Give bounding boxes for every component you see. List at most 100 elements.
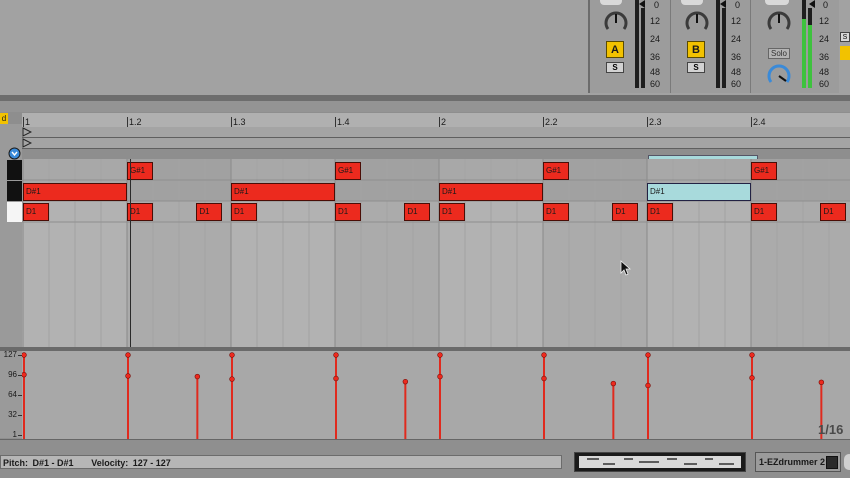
solo-button-3[interactable]: Solo [768, 48, 790, 59]
velocity-label: Velocity: [91, 458, 129, 468]
send-knob-icon[interactable] [767, 64, 791, 88]
mixer-channel-1-top [600, 0, 622, 5]
loop-brace-strip[interactable] [22, 127, 850, 138]
clip-indicator[interactable]: d [0, 113, 8, 124]
midi-note[interactable]: D1 [231, 203, 257, 221]
loop-start-marker-icon[interactable] [22, 127, 32, 137]
ruler-tick [751, 117, 752, 127]
meter-scale-label: 24 [650, 34, 661, 44]
meter-scale-label: 12 [650, 16, 661, 26]
meter-scale-label: 48 [819, 67, 830, 77]
piano-key-white[interactable] [7, 202, 22, 222]
midi-note[interactable]: D1 [751, 203, 777, 221]
meter-scale-label: 60 [819, 79, 830, 89]
status-field: Pitch: D#1 - D#1 Velocity: 127 - 127 [0, 455, 562, 469]
pan-knob-icon[interactable] [767, 11, 791, 35]
velocity-scale-label: 96 [8, 369, 17, 379]
ruler-tick [543, 117, 544, 127]
midi-note[interactable]: D#1 [439, 183, 543, 201]
midi-note[interactable]: D1 [335, 203, 361, 221]
grid-resolution-label: 1/16 [818, 422, 844, 437]
side-indicator [840, 46, 850, 60]
piano-key-black[interactable] [7, 181, 22, 201]
mixer-channel-2: B S 0 12 24 36 48 60 [670, 0, 751, 93]
velocity-handle [645, 382, 651, 389]
midi-note[interactable]: D#1 [23, 183, 127, 201]
volume-triangle-icon[interactable] [809, 0, 815, 8]
velocity-scale-label: 1 [12, 430, 17, 439]
crossfade-b-button[interactable]: B [687, 41, 705, 58]
clip-overview[interactable] [574, 452, 746, 472]
ruler-label: 2.2 [545, 117, 558, 127]
meter-scale-label: 36 [731, 52, 742, 62]
velocity-handle [125, 373, 131, 379]
solo-button-1[interactable]: S [606, 62, 624, 73]
playhead [130, 159, 131, 349]
velocity-handle [22, 352, 27, 358]
midi-note[interactable]: D1 [23, 203, 49, 221]
mixer-channel-3: Solo 0 12 24 36 48 60 [750, 0, 839, 93]
level-meter-3b-fill [808, 25, 812, 88]
solo-button-2[interactable]: S [687, 62, 705, 73]
midi-note[interactable]: G#1 [751, 162, 777, 180]
midi-note[interactable]: D1 [196, 203, 223, 221]
midi-note[interactable]: G#1 [335, 162, 361, 180]
track-toggle-icon[interactable] [826, 456, 838, 469]
midi-note[interactable]: D1 [439, 203, 465, 221]
midi-note[interactable]: D1 [543, 203, 569, 221]
pan-knob-icon[interactable] [685, 11, 709, 35]
start-marker-icon[interactable] [22, 138, 32, 148]
track-extra-knob[interactable] [844, 454, 850, 470]
mixer-channel-3-top [765, 0, 789, 5]
meter-scale-label: 36 [650, 52, 661, 62]
side-s-button[interactable]: S [840, 32, 850, 42]
meter-scale-label: 0 [735, 0, 741, 10]
ruler-tick [439, 117, 440, 127]
midi-note-selected[interactable]: D#1 [647, 183, 751, 201]
velocity-handle [818, 379, 825, 386]
clip-overview-display [579, 456, 741, 468]
velocity-handle [437, 352, 443, 358]
crossfade-a-button[interactable]: A [606, 41, 624, 58]
panel-gap [0, 101, 850, 112]
mixer-channel-2-top [681, 0, 703, 5]
meter-scale-label: 12 [819, 16, 830, 26]
midi-note[interactable]: D1 [404, 203, 431, 221]
midi-note[interactable]: D1 [612, 203, 639, 221]
piano-key-black[interactable] [7, 160, 22, 180]
velocity-handle [437, 373, 443, 380]
pitch-label: Pitch: [3, 458, 29, 468]
meter-scale-label: 48 [650, 67, 661, 77]
velocity-handle [333, 352, 339, 358]
velocity-handle [22, 371, 27, 378]
midi-note[interactable]: D1 [647, 203, 673, 221]
velocity-scale-label: 64 [8, 390, 17, 399]
velocity-handle [541, 375, 547, 382]
mixer-channel-1: A S 0 12 24 36 48 60 [590, 0, 670, 93]
ruler-tick [231, 117, 232, 127]
velocity-handle [610, 380, 617, 387]
track-label[interactable]: 1-EZdrummer 2 [755, 452, 841, 472]
meter-scale-label: 0 [823, 0, 829, 10]
midi-note[interactable]: D1 [820, 203, 847, 221]
velocity-handle [749, 352, 755, 358]
marker-strip[interactable] [22, 138, 850, 149]
midi-note[interactable]: D#1 [231, 183, 335, 201]
fold-button-icon[interactable] [8, 147, 21, 160]
velocity-handle [541, 352, 547, 358]
ruler-label: 1.4 [337, 117, 350, 127]
ruler-label: 2.4 [753, 117, 766, 127]
midi-note[interactable]: G#1 [543, 162, 569, 180]
velocity-markers[interactable] [22, 351, 850, 439]
ruler-label: 1.3 [233, 117, 246, 127]
ruler-tick [647, 117, 648, 127]
ruler-label: 1.2 [129, 117, 142, 127]
velocity-scale-label: 32 [8, 410, 17, 420]
ruler[interactable] [22, 113, 850, 128]
pan-knob-icon[interactable] [604, 11, 628, 35]
velocity-scale-label: 127 [3, 350, 17, 359]
velocity-value: 127 - 127 [132, 458, 171, 468]
track-name: 1-EZdrummer 2 [759, 457, 826, 467]
volume-triangle-icon[interactable] [639, 0, 645, 8]
volume-triangle-icon[interactable] [720, 0, 726, 8]
